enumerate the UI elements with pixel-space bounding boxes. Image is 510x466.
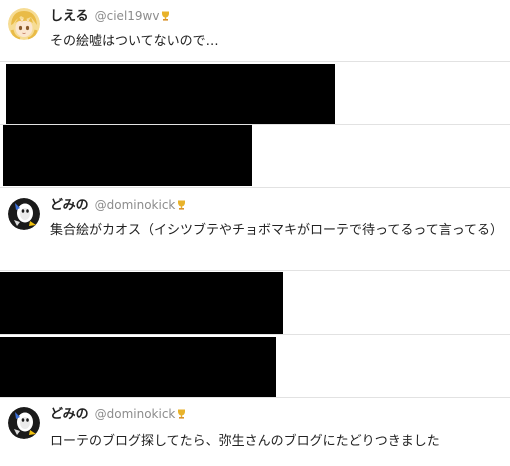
tweet-item[interactable]: どみの @dominokick 集合絵がカオス（イシツブテやチョボマキがローテで待…	[0, 188, 510, 270]
display-name[interactable]: しえる	[50, 9, 89, 24]
user-handle[interactable]: @dominokick	[95, 198, 176, 212]
redacted-block	[6, 64, 335, 124]
divider	[0, 270, 510, 271]
redacted-block	[0, 272, 283, 334]
trophy-badge-icon	[178, 200, 186, 210]
divider	[0, 61, 510, 62]
redacted-block	[0, 337, 276, 397]
display-name[interactable]: どみの	[50, 407, 89, 422]
anime-girl-avatar-icon[interactable]	[8, 8, 40, 40]
user-handle[interactable]: @dominokick	[95, 407, 176, 421]
tweet-text: 集合絵がカオス（イシツブテやチョボマキがローテで待ってるって言ってる）	[50, 223, 504, 238]
trophy-badge-icon	[162, 11, 170, 21]
tweet-item[interactable]: どみの @dominokick ローテのブログ探してたら、弥生さんのブログにたどり…	[0, 398, 510, 466]
tweet-text: その絵嘘はついてないので…	[50, 34, 219, 49]
trophy-badge-icon	[178, 409, 186, 419]
user-handle[interactable]: @ciel19wv	[95, 9, 160, 23]
tweet-text: ローテのブログ探してたら、弥生さんのブログにたどりつきました	[50, 434, 440, 449]
redacted-block	[3, 125, 252, 186]
divider	[0, 334, 510, 335]
tweet-item[interactable]: しえる @ciel19wv その絵嘘はついてないので…	[0, 0, 510, 61]
pokemon-avatar-icon[interactable]	[8, 407, 40, 439]
display-name[interactable]: どみの	[50, 198, 89, 213]
pokemon-avatar-icon[interactable]	[8, 198, 40, 230]
